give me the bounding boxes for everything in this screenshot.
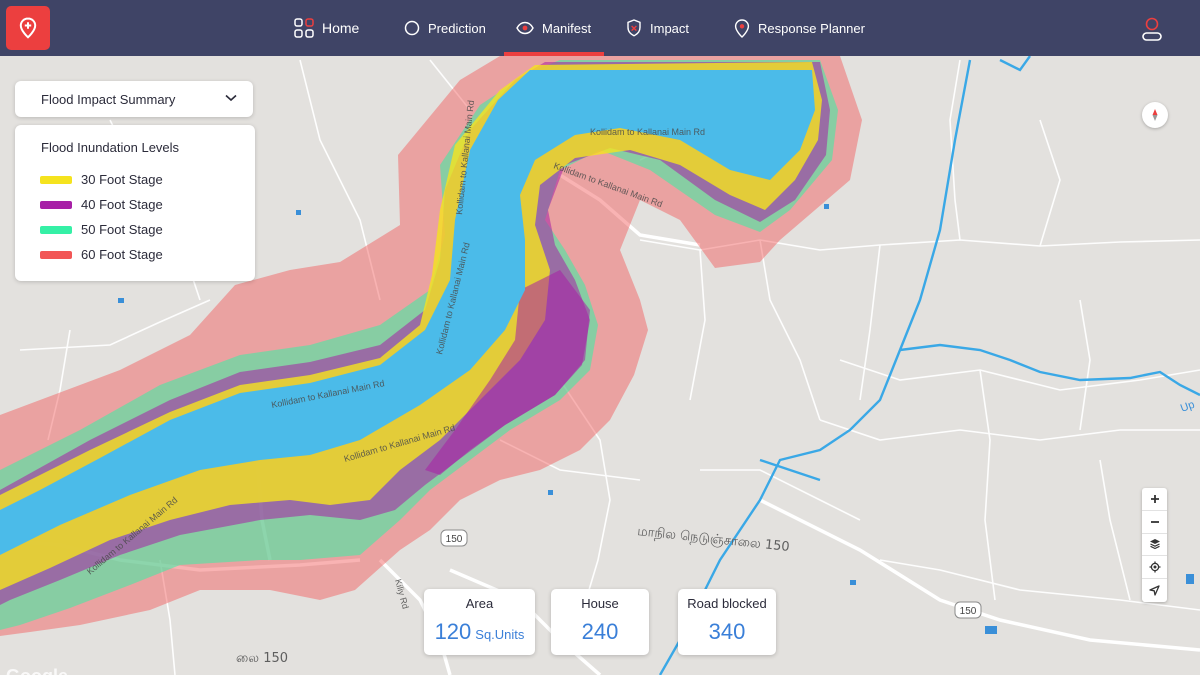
nav-response-planner[interactable]: Response Planner xyxy=(716,0,876,56)
nav-response-planner-label: Response Planner xyxy=(758,20,865,36)
chevron-down-icon xyxy=(225,94,237,102)
app-logo-button[interactable] xyxy=(6,6,50,50)
stat-area-label: Area xyxy=(465,596,494,611)
stat-road-label: Road blocked xyxy=(687,596,767,611)
route-shield-label: 150 xyxy=(446,534,463,545)
legend-item-label: 50 Foot Stage xyxy=(81,222,163,237)
stat-house-label: House xyxy=(581,596,619,611)
legend-swatch xyxy=(40,250,72,259)
main-navigation: Home Prediction Manifest Impact Response… xyxy=(280,0,876,56)
top-navigation-bar: Home Prediction Manifest Impact Response… xyxy=(0,0,1200,56)
legend-title: Flood Inundation Levels xyxy=(41,140,180,155)
stat-area-value-line: 120 Sq.Units xyxy=(424,619,535,645)
eye-icon xyxy=(516,21,534,35)
legend-swatch xyxy=(40,175,72,184)
state-highway-label-bottom: லை 150 xyxy=(236,651,288,666)
stat-card-house: House 240 xyxy=(551,589,649,655)
user-icon xyxy=(1142,17,1162,41)
legend-swatch xyxy=(40,225,72,234)
navigate-button[interactable] xyxy=(1142,579,1167,602)
route-shield: 150 xyxy=(440,529,468,547)
flood-inundation-legend: Flood Inundation Levels 30 Foot Stage 40… xyxy=(15,125,255,281)
stat-area-value: 120 xyxy=(434,619,472,644)
legend-item: 60 Foot Stage xyxy=(40,247,163,262)
nav-home[interactable]: Home xyxy=(280,0,376,56)
navigate-icon xyxy=(1149,585,1160,596)
flood-impact-summary-dropdown[interactable]: Flood Impact Summary xyxy=(15,81,253,117)
legend-item: 30 Foot Stage xyxy=(40,172,163,187)
circle-icon xyxy=(404,20,420,36)
zoom-in-button[interactable] xyxy=(1142,488,1167,511)
nav-manifest-label: Manifest xyxy=(542,20,592,36)
locate-button[interactable] xyxy=(1142,556,1167,580)
map-attribution: Google xyxy=(6,666,68,675)
zoom-out-button[interactable] xyxy=(1142,511,1167,534)
nav-home-label: Home xyxy=(322,20,360,36)
locate-icon xyxy=(1149,561,1160,573)
nav-impact[interactable]: Impact xyxy=(604,0,716,56)
grid-icon xyxy=(294,18,314,38)
stat-card-area: Area 120 Sq.Units xyxy=(424,589,535,655)
stat-road-value: 340 xyxy=(708,619,746,644)
nav-prediction[interactable]: Prediction xyxy=(376,0,504,56)
zoom-out-icon xyxy=(1150,520,1159,523)
flood-impact-summary-label: Flood Impact Summary xyxy=(41,91,176,107)
location-plus-icon xyxy=(19,17,37,39)
nav-impact-label: Impact xyxy=(650,20,690,36)
user-profile-button[interactable] xyxy=(1140,16,1164,42)
stat-house-value: 240 xyxy=(581,619,619,644)
layers-icon xyxy=(1149,539,1160,550)
legend-item-label: 60 Foot Stage xyxy=(81,247,163,262)
map-pin-icon xyxy=(734,18,750,38)
route-shield-label: 150 xyxy=(960,606,977,617)
legend-item: 50 Foot Stage xyxy=(40,222,163,237)
compass-button[interactable] xyxy=(1142,102,1168,128)
stat-card-road-blocked: Road blocked 340 xyxy=(678,589,776,655)
layers-button[interactable] xyxy=(1142,534,1167,557)
legend-item-label: 40 Foot Stage xyxy=(81,197,163,212)
nav-prediction-label: Prediction xyxy=(428,20,486,36)
stat-area-unit: Sq.Units xyxy=(475,627,525,642)
legend-item-label: 30 Foot Stage xyxy=(81,172,163,187)
nav-manifest[interactable]: Manifest xyxy=(504,0,604,56)
shield-icon xyxy=(627,19,641,37)
compass-icon xyxy=(1152,109,1158,121)
map-controls xyxy=(1142,488,1167,602)
road-label: Kollidam to Kallanai Main Rd xyxy=(590,127,705,137)
zoom-in-icon xyxy=(1150,494,1159,503)
legend-item: 40 Foot Stage xyxy=(40,197,163,212)
route-shield: 150 xyxy=(954,601,982,619)
legend-swatch xyxy=(40,200,72,209)
